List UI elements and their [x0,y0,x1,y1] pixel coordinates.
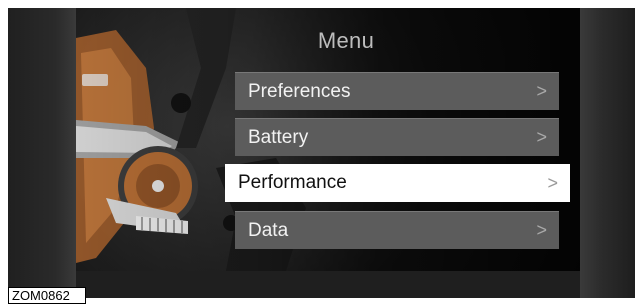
chevron-right-icon: > [536,220,547,240]
chevron-right-icon: > [536,127,547,147]
menu-item-data[interactable]: Data > [235,211,559,249]
menu-item-label: Performance [238,172,347,193]
menu-item-battery[interactable]: Battery > [235,118,559,156]
chevron-right-icon: > [547,172,558,193]
display-screen: Menu Preferences > Battery > Performance… [76,8,580,271]
menu-title: Menu [317,28,375,53]
menu-item-label: Preferences [248,80,351,102]
menu-item-label: Battery [248,126,309,148]
chevron-right-icon: > [536,81,547,101]
menu-item-preferences[interactable]: Preferences > [235,72,559,110]
bezel-left [8,8,76,298]
menu-item-label: Data [248,219,289,241]
figure-reference-label: ZOM0862 [8,287,86,304]
menu-item-performance[interactable]: Performance > [225,164,570,202]
bezel-right [580,8,635,298]
